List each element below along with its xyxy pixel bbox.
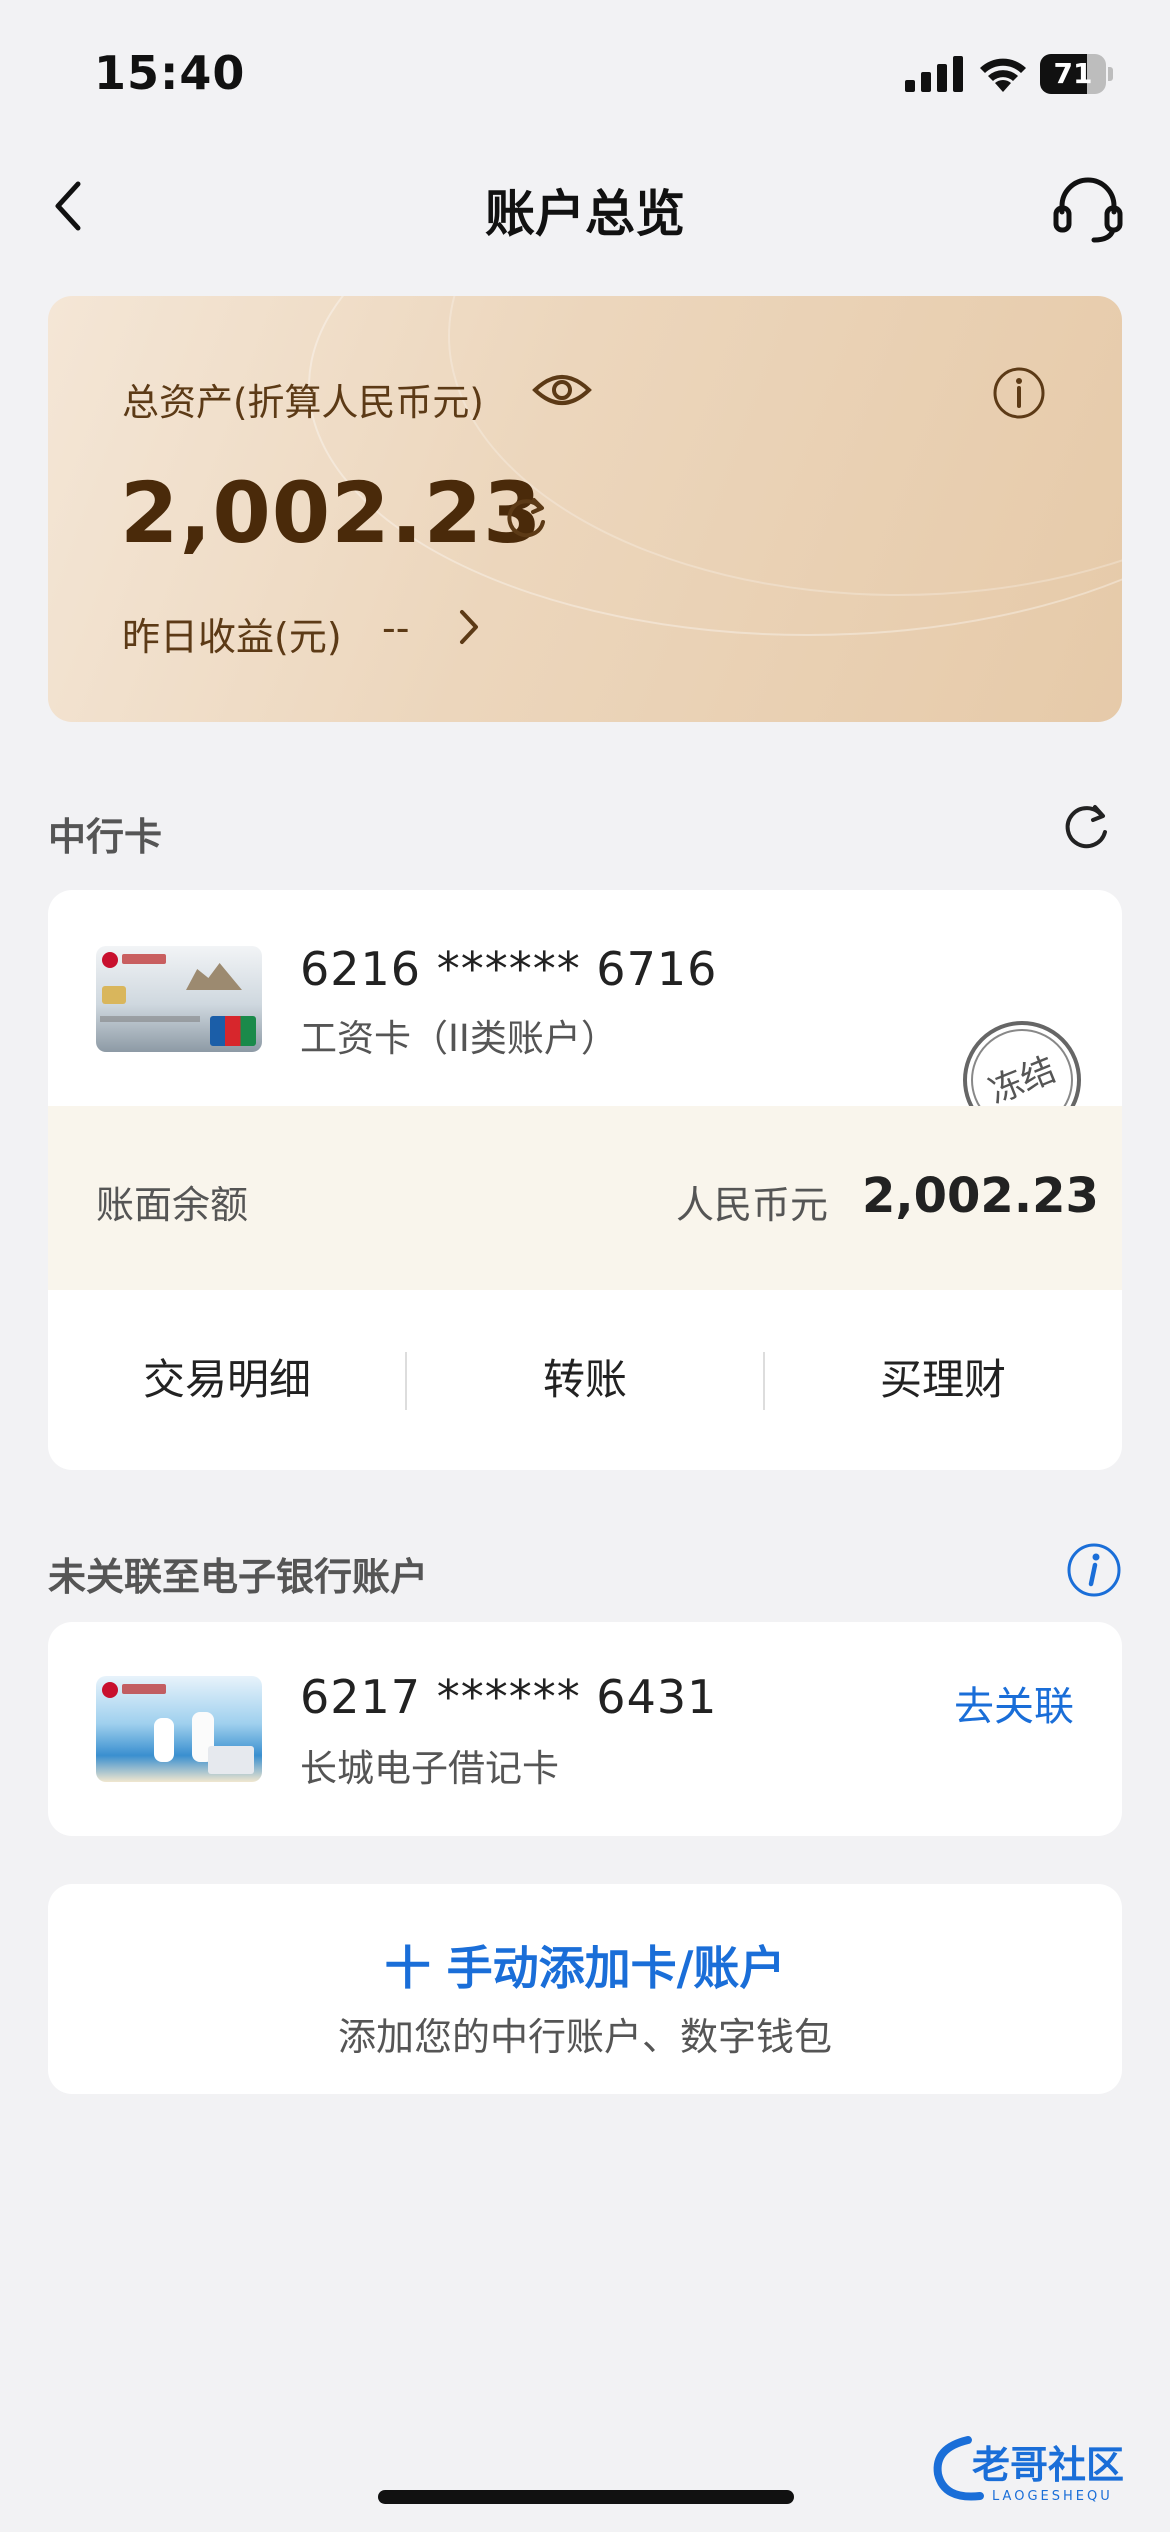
balance-currency: 人民币元 — [676, 1183, 829, 1227]
home-indicator[interactable] — [378, 2490, 794, 2504]
total-assets-card: 总资产(折算人民币元) 2,002.23 昨日收益(元) -- — [48, 296, 1122, 722]
yesterday-earnings-label[interactable]: 昨日收益(元) — [122, 606, 342, 661]
add-card-panel[interactable]: 十 手动添加卡/账户 添加您的中行账户、数字钱包 — [48, 1884, 1122, 2094]
section-title-boc-cards: 中行卡 — [48, 815, 163, 859]
bank-card-image — [96, 946, 262, 1052]
customer-service-headset-icon[interactable] — [1050, 170, 1126, 246]
refresh-icon[interactable] — [1058, 800, 1114, 856]
battery-level: 71 — [1053, 57, 1093, 90]
refresh-icon[interactable] — [500, 492, 552, 544]
info-icon[interactable] — [1066, 1542, 1122, 1598]
card-type: 长城电子借记卡 — [300, 1747, 559, 1790]
card-type: 工资卡（II类账户） — [300, 1017, 618, 1060]
battery-icon: 71 — [1040, 54, 1114, 94]
yesterday-earnings-value: -- — [382, 606, 410, 650]
chevron-right-icon[interactable] — [452, 602, 486, 652]
card-number: 6216 ****** 6716 — [300, 942, 718, 996]
nav-bar: 账户总览 — [0, 150, 1170, 260]
card-panel-unlinked[interactable]: 6217 ****** 6431 长城电子借记卡 去关联 — [48, 1622, 1122, 1836]
bank-card-image — [96, 1676, 262, 1782]
watermark-logo: 老哥社区 LAOGESHEQU — [933, 2436, 1124, 2504]
section-title-unlinked: 未关联至电子银行账户 — [48, 1555, 429, 1599]
balance-amount: 2,002.23 — [862, 1168, 1099, 1224]
watermark-sub: LAOGESHEQU — [992, 2489, 1113, 2504]
add-card-subtitle: 添加您的中行账户、数字钱包 — [337, 2015, 832, 2059]
info-icon[interactable] — [992, 366, 1046, 420]
page-title: 账户总览 — [485, 185, 685, 243]
frozen-stamp-text: 冻结 — [983, 1050, 1061, 1113]
card-actions: 交易明细 转账 买理财 — [48, 1290, 1122, 1470]
balance-label: 账面余额 — [96, 1183, 249, 1227]
watermark-text: 老哥社区 — [972, 2443, 1124, 2487]
transaction-details-button[interactable]: 交易明细 — [48, 1290, 406, 1470]
total-assets-label: 总资产(折算人民币元) — [122, 381, 484, 424]
balance-row: 账面余额 人民币元 2,002.23 — [48, 1106, 1122, 1290]
eye-icon[interactable] — [532, 368, 592, 412]
card-panel-salary[interactable]: 6216 ****** 6716 工资卡（II类账户） 冻结 账面余额 人民币元… — [48, 890, 1122, 1470]
buy-wealth-button[interactable]: 买理财 — [764, 1290, 1122, 1470]
status-bar: 15:40 71 — [0, 0, 1170, 140]
wifi-icon — [980, 58, 1026, 92]
status-time: 15:40 — [94, 46, 246, 100]
link-account-button[interactable]: 去关联 — [954, 1674, 1074, 1732]
card-number: 6217 ****** 6431 — [300, 1670, 718, 1724]
cellular-signal-icon — [905, 56, 963, 92]
transfer-button[interactable]: 转账 — [406, 1290, 764, 1470]
total-assets-amount: 2,002.23 — [120, 464, 543, 562]
add-card-button[interactable]: 十 手动添加卡/账户 — [48, 1932, 1122, 1998]
